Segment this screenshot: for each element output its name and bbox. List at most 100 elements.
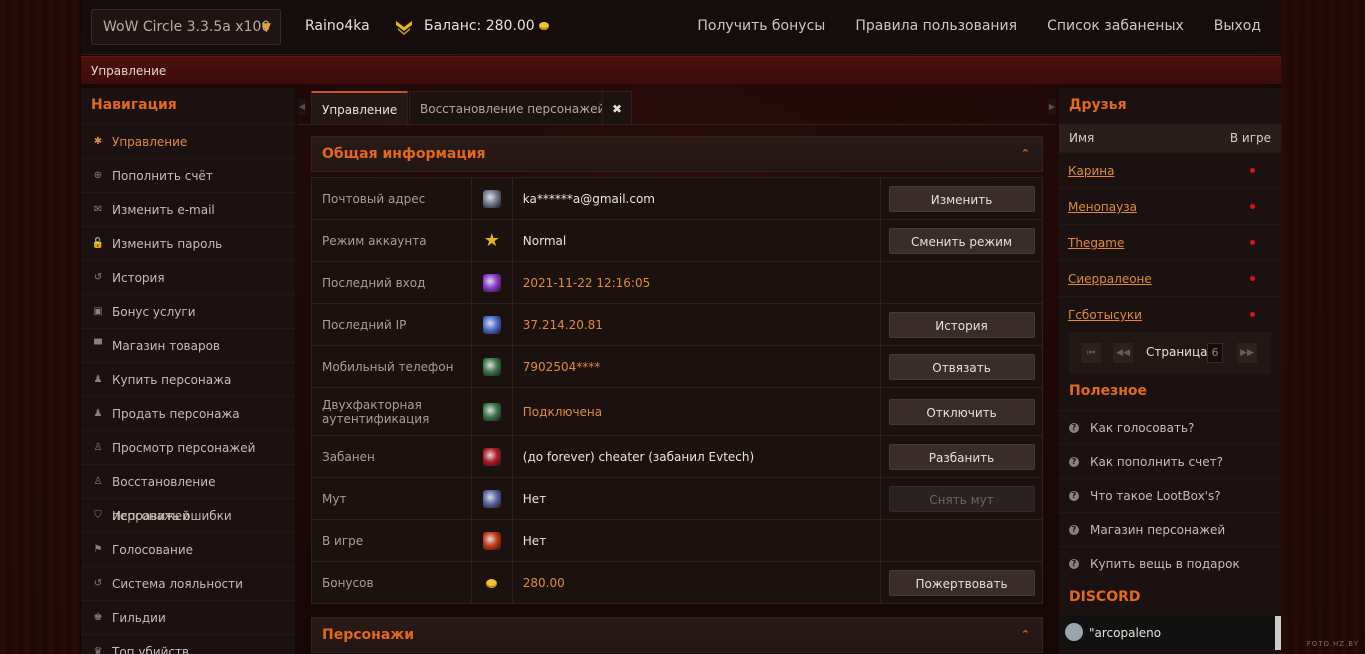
tab-scroll-right-icon[interactable]: ▶ — [1048, 99, 1056, 115]
friends-list: Карина Менопауза Thegame Сиерралеоне Гсботыс… — [1059, 152, 1281, 332]
background-decoration-right — [1281, 0, 1365, 654]
server-select[interactable]: WoW Circle 3.3.5a x100 ▼ — [91, 9, 281, 45]
phone-icon — [482, 402, 501, 421]
section-characters-header[interactable]: Персонажи ⌃ — [311, 617, 1043, 653]
friend-link[interactable]: Карина — [1068, 164, 1115, 178]
row-action-button[interactable]: Отключить — [888, 398, 1035, 425]
list-item: Карина — [1059, 152, 1281, 188]
bonus-icon: ▣ — [93, 306, 103, 317]
section-general-info-header[interactable]: Общая информация ⌃ — [311, 136, 1043, 172]
list-item: Сиерралеоне — [1059, 260, 1281, 296]
avatar — [1065, 623, 1083, 641]
row-value: 2021-11-22 12:16:05 — [511, 261, 882, 304]
chevron-up-icon[interactable]: ⌃ — [1021, 618, 1030, 652]
sidebar-item[interactable]: ⊕ Пополнить счёт — [81, 158, 295, 192]
topnav-logout[interactable]: Выход — [1214, 18, 1261, 34]
useful-link[interactable]: ? Что такое LootBox's? — [1059, 478, 1281, 512]
row-value: Подключена — [511, 387, 882, 436]
list-item: Менопауза — [1059, 188, 1281, 224]
question-icon: ? — [1069, 525, 1079, 535]
useful-link[interactable]: ? Магазин персонажей — [1059, 512, 1281, 546]
row-icon-cell — [470, 477, 513, 520]
users-icon: ♚ — [93, 612, 103, 623]
topnav-banlist[interactable]: Список забаненых — [1047, 18, 1184, 34]
useful-link[interactable]: ? Купить вещь в подарок — [1059, 546, 1281, 580]
discord-user[interactable]: "arcopaleno — [1059, 616, 1281, 650]
chevron-down-icon: ▼ — [261, 20, 271, 34]
friend-link[interactable]: Thegame — [1068, 236, 1124, 250]
sidebar-item[interactable]: ♙ Просмотр персонажей — [81, 430, 295, 464]
friends-title: Друзья — [1069, 97, 1127, 113]
table-row: Почтовый адрес ka******a@gmail.com Изменит… — [311, 177, 1043, 220]
prev-page-icon[interactable]: ◀◀ — [1113, 343, 1133, 363]
row-label: Мут — [311, 477, 472, 520]
row-action-button[interactable]: Отвязать — [888, 353, 1035, 380]
tab-restore-characters[interactable]: Восстановление персонажей — [409, 91, 617, 125]
row-action-cell: Отключить — [880, 387, 1043, 436]
sidebar-item-label: Продать персонажа — [112, 407, 240, 421]
useful-link[interactable]: ? Как голосовать? — [1059, 410, 1281, 444]
row-action-button[interactable]: Пожертвовать — [888, 569, 1035, 596]
friend-link[interactable]: Сиерралеоне — [1068, 272, 1152, 286]
sidebar-item[interactable]: ▀ Магазин товаров — [81, 328, 295, 362]
row-action-button[interactable]: История — [888, 311, 1035, 338]
first-page-icon[interactable]: ⏮ — [1081, 343, 1101, 363]
sidebar-item-label: Исправить ошибки — [112, 509, 232, 523]
balance-text: Баланс: 280.00 — [424, 18, 535, 34]
sidebar-item-label: Бонус услуги — [112, 305, 196, 319]
row-action-button[interactable]: Изменить — [888, 185, 1035, 212]
sidebar-item-label: Магазин товаров — [112, 339, 220, 353]
sidebar-item[interactable]: ♟ Продать персонажа — [81, 396, 295, 430]
sidebar-item[interactable]: ⛉ Исправить ошибки — [81, 498, 295, 532]
tab-scroll-left-icon[interactable]: ◀ — [298, 99, 306, 115]
row-value: Normal — [511, 219, 882, 262]
sidebar-item[interactable]: ↺ История — [81, 260, 295, 294]
sidebar-item[interactable]: ⚑ Голосование — [81, 532, 295, 566]
useful-title: Полезное — [1069, 383, 1148, 399]
nav-title: Навигация — [91, 97, 177, 113]
row-action-button[interactable]: Разбанить — [888, 443, 1035, 470]
row-icon-cell — [470, 303, 513, 346]
row-action-cell — [880, 261, 1043, 304]
offline-status-icon — [1250, 240, 1255, 245]
sidebar-item[interactable]: ♛ Топ убийств — [81, 634, 295, 654]
topnav-get-bonus[interactable]: Получить бонусы — [697, 18, 825, 34]
row-label: Последний вход — [311, 261, 472, 304]
useful-link[interactable]: ? Как пополнить счет? — [1059, 444, 1281, 478]
row-action-cell: История — [880, 303, 1043, 346]
useful-link-label: Что такое LootBox's? — [1090, 489, 1221, 503]
tab-management[interactable]: Управление — [311, 91, 409, 125]
useful-link-label: Как пополнить счет? — [1090, 455, 1223, 469]
plus-circle-icon: ⊕ — [93, 170, 103, 181]
table-row: Забанен (до forever) cheater (забанил Evt… — [311, 435, 1043, 478]
sidebar-item[interactable]: ♙ Восстановление персонажей — [81, 464, 295, 523]
sidebar-item[interactable]: ↺ Система лояльности — [81, 566, 295, 600]
topnav-rules[interactable]: Правила пользования — [855, 18, 1017, 34]
chevron-up-icon[interactable]: ⌃ — [1021, 137, 1030, 171]
friend-link[interactable]: Менопауза — [1068, 200, 1137, 214]
row-label: Бонусов — [311, 561, 472, 604]
row-action-button[interactable]: Сменить режим — [888, 227, 1035, 254]
friends-col-name: Имя — [1069, 131, 1095, 145]
sidebar-item-label: История — [112, 271, 165, 285]
background-decoration-left — [0, 0, 80, 654]
table-row: Последний IP 37.214.20.81 История — [311, 303, 1043, 346]
useful-link-label: Купить вещь в подарок — [1090, 557, 1240, 571]
scrollbar[interactable] — [1275, 616, 1281, 650]
next-page-icon[interactable]: ▶▶ — [1237, 343, 1257, 363]
coin-icon — [486, 578, 498, 588]
page-input[interactable]: 6 — [1207, 343, 1223, 363]
friend-link[interactable]: Гсботысуки — [1068, 308, 1142, 322]
sidebar-item[interactable]: ▣ Бонус услуги — [81, 294, 295, 328]
row-value: ka******a@gmail.com — [511, 177, 882, 220]
sidebar-item[interactable]: 🔓 Изменить пароль — [81, 226, 295, 260]
sidebar-item[interactable]: ✱ Управление — [81, 124, 295, 158]
sidebar-item-label: Изменить пароль — [112, 237, 223, 251]
sidebar-item[interactable]: ♚ Гильдии — [81, 600, 295, 634]
username[interactable]: Raino4ka — [305, 18, 370, 34]
sidebar-item[interactable]: ✉ Изменить e-mail — [81, 192, 295, 226]
close-tab-icon[interactable]: ✖ — [602, 91, 632, 125]
person-icon: ♙ — [93, 442, 103, 453]
balance: Баланс: 280.00 — [424, 18, 549, 34]
sidebar-item[interactable]: ♟ Купить персонажа — [81, 362, 295, 396]
